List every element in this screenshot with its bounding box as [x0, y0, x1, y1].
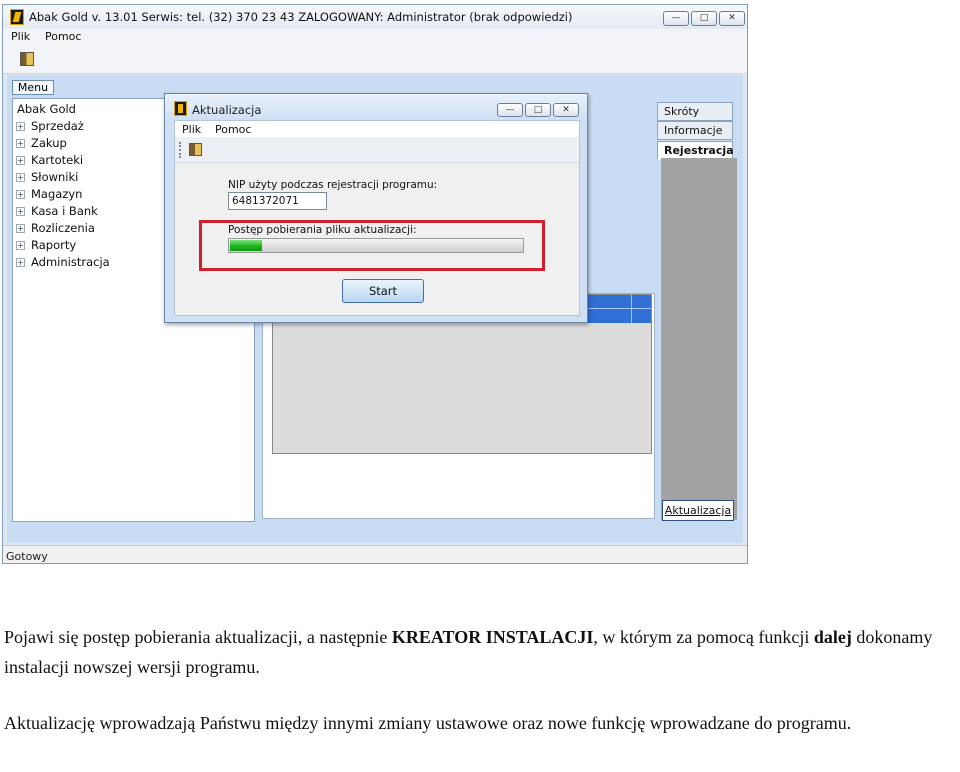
expand-icon[interactable]: + — [16, 207, 25, 216]
window-title: Abak Gold v. 13.01 Serwis: tel. (32) 370… — [29, 10, 573, 24]
dialog-close-button[interactable]: ✕ — [553, 103, 579, 117]
start-button[interactable]: Start — [342, 279, 424, 303]
app-logo-icon — [174, 101, 187, 116]
menu-bar: Plik Pomoc — [3, 29, 747, 45]
maximize-button[interactable]: □ — [691, 11, 717, 26]
exit-door-icon[interactable] — [189, 143, 202, 156]
app-logo-icon — [10, 9, 24, 25]
expand-icon[interactable]: + — [16, 173, 25, 182]
update-dialog: Aktualizacja — □ ✕ Plik Pomoc NIP użyty … — [164, 93, 588, 323]
toolbar-grip-icon[interactable] — [179, 142, 183, 158]
dialog-title-bar: Aktualizacja — □ ✕ — [165, 94, 587, 120]
tree-item-zakup[interactable]: + Zakup — [16, 136, 67, 153]
menu-tab[interactable]: Menu — [12, 80, 54, 95]
tree-root[interactable]: Abak Gold — [17, 102, 76, 116]
dialog-title: Aktualizacja — [192, 103, 262, 117]
expand-icon[interactable]: + — [16, 241, 25, 250]
dialog-body: Plik Pomoc NIP użyty podczas rejestracji… — [174, 120, 580, 316]
menu-plik[interactable]: Plik — [11, 30, 30, 43]
expand-icon[interactable]: + — [16, 258, 25, 267]
caption-paragraph-2: Aktualizację wprowadzają Państwu między … — [4, 713, 852, 733]
tree-item-rozliczenia[interactable]: + Rozliczenia — [16, 221, 95, 238]
tree-item-slowniki[interactable]: + Słowniki — [16, 170, 78, 187]
tree-item-sprzedaz[interactable]: + Sprzedaż — [16, 119, 84, 136]
caption-text: Pojawi się postęp pobierania aktualizacj… — [4, 627, 392, 647]
tree-item-administracja[interactable]: + Administracja — [16, 255, 110, 272]
close-button[interactable]: ✕ — [719, 11, 745, 26]
dialog-minimize-button[interactable]: — — [497, 103, 523, 117]
menu-pomoc[interactable]: Pomoc — [45, 30, 81, 43]
expand-icon[interactable]: + — [16, 156, 25, 165]
caption-paragraph-1: Pojawi się postęp pobierania aktualizacj… — [4, 622, 960, 682]
side-panel — [661, 158, 737, 520]
tab-skroty[interactable]: Skróty — [657, 102, 733, 121]
tree-item-raporty[interactable]: + Raporty — [16, 238, 76, 255]
progress-label: Postęp pobierania pliku aktualizacji: — [228, 224, 417, 236]
content-panel — [262, 293, 655, 519]
dialog-toolbar — [175, 138, 579, 163]
dialog-maximize-button[interactable]: □ — [525, 103, 551, 117]
toolbar — [3, 45, 747, 74]
tree-item-magazyn[interactable]: + Magazyn — [16, 187, 82, 204]
status-text: Gotowy — [6, 550, 48, 563]
status-bar: Gotowy — [3, 545, 747, 563]
nip-label: NIP użyty podczas rejestracji programu: — [228, 179, 438, 191]
caption-bold: dalej — [813, 627, 852, 647]
grid-divider — [631, 295, 632, 323]
dialog-menu-pomoc[interactable]: Pomoc — [215, 123, 251, 136]
caption-bold: KREATOR INSTALACJI — [391, 627, 594, 647]
dialog-menu-plik[interactable]: Plik — [182, 123, 201, 136]
expand-icon[interactable]: + — [16, 139, 25, 148]
title-bar: Abak Gold v. 13.01 Serwis: tel. (32) 370… — [3, 5, 747, 29]
expand-icon[interactable]: + — [16, 224, 25, 233]
tab-informacje[interactable]: Informacje — [657, 121, 733, 140]
expand-icon[interactable]: + — [16, 122, 25, 131]
nip-field[interactable]: 6481372071 — [228, 192, 327, 210]
download-progress-bar — [228, 238, 524, 253]
expand-icon[interactable]: + — [16, 190, 25, 199]
tree-item-kartoteki[interactable]: + Kartoteki — [16, 153, 83, 170]
caption-text: , w którym za pomocą funkcji — [593, 627, 814, 647]
aktualizacja-button[interactable]: Aktualizacja — [662, 500, 734, 521]
minimize-button[interactable]: — — [663, 11, 689, 26]
progress-fill — [230, 240, 262, 251]
exit-door-icon[interactable] — [20, 52, 34, 66]
dialog-menu-bar: Plik Pomoc — [175, 121, 579, 137]
tree-item-kasa-i-bank[interactable]: + Kasa i Bank — [16, 204, 98, 221]
